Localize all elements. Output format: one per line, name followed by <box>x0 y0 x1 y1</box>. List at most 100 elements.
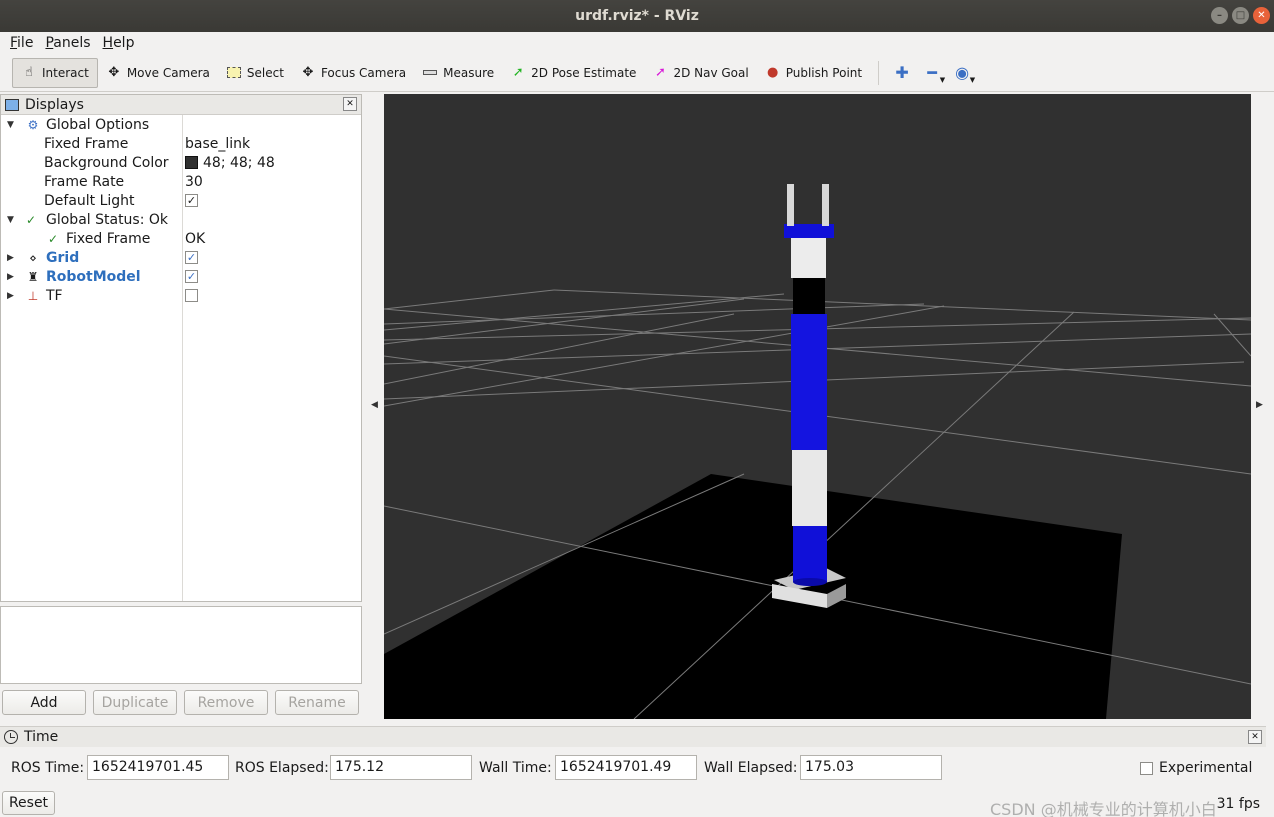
reset-button[interactable]: Reset <box>2 791 55 815</box>
tree-row-frame-rate[interactable]: Frame Rate 30 <box>1 172 361 191</box>
move-arrows-icon: ✥ <box>108 65 120 80</box>
expand-down-icon[interactable]: ▼ <box>7 215 17 225</box>
collapse-right-icon[interactable]: ▶ <box>1256 400 1263 410</box>
eye-icon: ◉ <box>955 63 970 82</box>
experimental-option[interactable]: Experimental <box>1140 760 1252 776</box>
map-pin-icon: ● <box>767 65 779 80</box>
minimize-button[interactable]: – <box>1211 7 1228 24</box>
add-button[interactable]: Add <box>2 690 86 715</box>
ros-elapsed-field[interactable]: 175.12 <box>330 755 472 780</box>
menu-panels[interactable]: Panels <box>39 35 96 51</box>
tree-row-robot-model[interactable]: ▶ ♜ RobotModel ✓ <box>1 267 361 286</box>
nav-goal-tool[interactable]: ➚ 2D Nav Goal <box>644 58 756 88</box>
clock-icon <box>4 730 18 744</box>
rename-button[interactable]: Rename <box>275 690 359 715</box>
dropdown-arrow-icon: ▼ <box>969 75 976 84</box>
time-panel: Time ✕ ROS Time: 1652419701.45 ROS Elaps… <box>0 726 1266 784</box>
ros-time-field[interactable]: 1652419701.45 <box>87 755 229 780</box>
remove-button[interactable]: Remove <box>184 690 268 715</box>
experimental-checkbox[interactable] <box>1140 761 1153 775</box>
gripper-finger-right <box>822 184 829 226</box>
tree-row-global-status[interactable]: ▼ ✓ Global Status: Ok <box>1 210 361 229</box>
duplicate-button[interactable]: Duplicate <box>93 690 177 715</box>
column-white-lower <box>792 450 827 526</box>
column-bottom-cap <box>793 578 827 586</box>
measure-tool[interactable]: Measure <box>414 58 502 88</box>
floor-shadow <box>384 474 1122 719</box>
column-blue-main <box>791 314 827 450</box>
fps-readout: 31 fps <box>1216 796 1260 812</box>
status-ok-value: OK <box>185 230 206 247</box>
ruler-icon <box>422 65 438 81</box>
interact-tool[interactable]: ☝ Interact <box>12 57 98 88</box>
focus-camera-tool[interactable]: ✥ Focus Camera <box>292 58 414 88</box>
title-bar: urdf.rviz* - RViz – □ ✕ <box>0 0 1274 32</box>
axes-icon: ⊥ <box>27 288 39 303</box>
close-icon[interactable]: ✕ <box>343 97 357 111</box>
maximize-button[interactable]: □ <box>1232 7 1249 24</box>
add-tool-button[interactable]: ✚ <box>887 58 917 88</box>
robot-icon: ♜ <box>27 269 39 284</box>
expand-right-icon[interactable]: ▶ <box>7 272 17 282</box>
gripper-finger-left <box>787 184 794 226</box>
pose-estimate-tool[interactable]: ➚ 2D Pose Estimate <box>502 58 644 88</box>
tree-row-fixed-frame[interactable]: Fixed Frame base_link <box>1 134 361 153</box>
expand-right-icon[interactable]: ▶ <box>7 291 17 301</box>
expand-right-icon[interactable]: ▶ <box>7 253 17 263</box>
monitor-icon <box>5 98 19 111</box>
menu-help[interactable]: Help <box>97 35 141 51</box>
column-black <box>793 276 825 314</box>
tree-row-status-fixed-frame[interactable]: ✓ Fixed Frame OK <box>1 229 361 248</box>
hand-pointer-icon: ☝ <box>25 65 33 80</box>
displays-panel: Displays ✕ ▼ ⚙ Global Options Fixed Fram… <box>0 94 362 602</box>
color-swatch <box>185 156 198 169</box>
remove-tool-button[interactable]: ━ ▼ <box>917 58 947 88</box>
grid-checkbox[interactable]: ✓ <box>185 251 198 264</box>
view-button[interactable]: ◉ ▼ <box>947 58 977 88</box>
window-controls: – □ ✕ <box>1211 7 1270 24</box>
tool-bar: ☝ Interact ✥ Move Camera Select ✥ Focus … <box>0 54 1274 92</box>
tf-checkbox[interactable] <box>185 289 198 302</box>
tree-row-tf[interactable]: ▶ ⊥ TF <box>1 286 361 305</box>
time-fields: ROS Time: 1652419701.45 ROS Elapsed: 175… <box>0 755 1266 781</box>
ros-time-label: ROS Time: <box>11 760 85 776</box>
background-color-value[interactable]: 48; 48; 48 <box>185 155 275 171</box>
default-light-checkbox[interactable]: ✓ <box>185 194 198 207</box>
select-tool[interactable]: Select <box>218 58 292 88</box>
frame-rate-value[interactable]: 30 <box>185 174 203 190</box>
window-title: urdf.rviz* - RViz <box>575 8 699 24</box>
menu-bar: File Panels Help <box>0 32 1274 54</box>
time-title: Time <box>24 729 59 745</box>
ros-elapsed-label: ROS Elapsed: <box>235 760 329 776</box>
displays-tree: ▼ ⚙ Global Options Fixed Frame base_link… <box>1 115 361 601</box>
green-arrow-icon: ➚ <box>512 65 524 80</box>
expand-down-icon[interactable]: ▼ <box>7 120 17 130</box>
menu-file[interactable]: File <box>4 35 39 51</box>
wall-elapsed-field[interactable]: 175.03 <box>800 755 942 780</box>
wall-time-label: Wall Time: <box>479 760 552 776</box>
tree-row-background-color[interactable]: Background Color 48; 48; 48 <box>1 153 361 172</box>
column-top-blue <box>784 224 834 238</box>
wall-time-field[interactable]: 1652419701.49 <box>555 755 697 780</box>
displays-header: Displays ✕ <box>1 95 361 115</box>
plus-icon: ✚ <box>895 63 909 82</box>
close-button[interactable]: ✕ <box>1253 7 1270 24</box>
wall-elapsed-label: Wall Elapsed: <box>704 760 798 776</box>
move-camera-tool[interactable]: ✥ Move Camera <box>98 58 218 88</box>
tree-row-default-light[interactable]: Default Light ✓ <box>1 191 361 210</box>
publish-point-tool[interactable]: ● Publish Point <box>757 58 870 88</box>
tree-row-grid[interactable]: ▶ ⋄ Grid ✓ <box>1 248 361 267</box>
tree-row-global-options[interactable]: ▼ ⚙ Global Options <box>1 115 361 134</box>
check-icon: ✓ <box>47 231 59 246</box>
description-box <box>0 606 362 684</box>
collapse-left-icon[interactable]: ◀ <box>371 400 378 410</box>
displays-title: Displays <box>25 96 84 113</box>
focus-crosshair-icon: ✥ <box>302 65 314 80</box>
close-icon[interactable]: ✕ <box>1248 730 1262 744</box>
magenta-arrow-icon: ➚ <box>654 65 666 80</box>
render-viewport[interactable] <box>384 94 1251 719</box>
dropdown-arrow-icon: ▼ <box>939 75 946 84</box>
fixed-frame-value[interactable]: base_link <box>185 136 250 152</box>
robot-model-checkbox[interactable]: ✓ <box>185 270 198 283</box>
watermark-text: CSDN @机械专业的计算机小白 <box>990 800 1217 817</box>
